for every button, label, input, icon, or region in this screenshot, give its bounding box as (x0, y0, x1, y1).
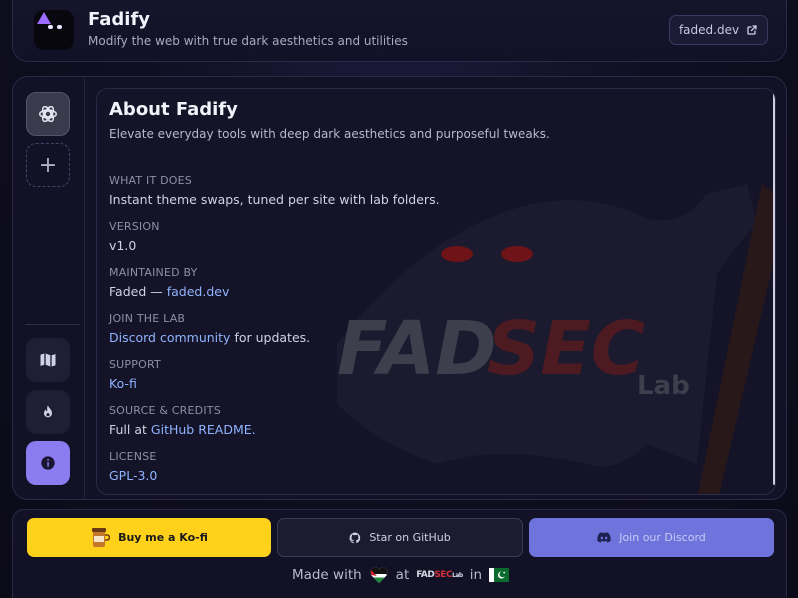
in-text: in (469, 567, 483, 583)
source-prefix: Full at (109, 422, 147, 437)
sidebar: + (13, 77, 85, 499)
version-label: VERSION (109, 220, 160, 233)
maintained-label: MAINTAINED BY (109, 266, 198, 279)
sidebar-divider (25, 324, 80, 325)
github-label: Star on GitHub (369, 531, 451, 544)
kofi-button[interactable]: Buy me a Ko-fi (27, 518, 271, 557)
discord-label: Join our Discord (619, 531, 706, 544)
kofi-label: Buy me a Ko-fi (118, 531, 208, 544)
maintained-row: Faded — faded.dev (109, 284, 229, 299)
kofi-link[interactable]: Ko-fi (109, 376, 137, 391)
palestine-heart-icon (369, 567, 388, 583)
mini-fadsec-logo: FADSECLab (416, 570, 463, 580)
lab-label: JOIN THE LAB (109, 312, 186, 325)
openai-icon (39, 105, 57, 123)
map-icon (40, 353, 56, 367)
watermark-text-left: FAD (337, 306, 497, 392)
github-icon (349, 532, 361, 543)
about-title: About Fadify (109, 99, 238, 120)
sidebar-item-flame[interactable] (26, 390, 70, 434)
support-row: Ko-fi (109, 376, 137, 391)
sidebar-add-button[interactable]: + (26, 143, 70, 187)
sidebar-item-about[interactable] (26, 441, 70, 485)
github-readme-link[interactable]: GitHub README. (151, 422, 256, 437)
about-subtitle: Elevate everyday tools with deep dark ae… (109, 127, 550, 141)
pakistan-flag-icon (489, 568, 510, 582)
version-value: v1.0 (109, 238, 137, 253)
header: Fadify Modify the web with true dark aes… (12, 0, 787, 62)
license-label: LICENSE (109, 450, 157, 463)
footer: Buy me a Ko-fi Star on GitHub Join our D… (12, 509, 787, 598)
sidebar-item-openai[interactable] (26, 92, 70, 136)
site-link-button[interactable]: faded.dev (669, 15, 768, 45)
at-text: at (395, 567, 410, 583)
license-link[interactable]: GPL-3.0 (109, 468, 157, 483)
what-label: WHAT IT DOES (109, 174, 192, 187)
plus-icon: + (38, 152, 58, 178)
watermark-text-right: SEC (487, 306, 645, 392)
faded-dev-link[interactable]: faded.dev (167, 284, 230, 299)
lab-row: Discord community for updates. (109, 330, 310, 345)
license-row: GPL-3.0 (109, 468, 157, 483)
maintained-prefix: Faded — (109, 284, 163, 299)
app-logo-icon (34, 10, 74, 50)
source-row: Full at GitHub README. (109, 422, 256, 437)
lab-suffix: for updates. (234, 330, 311, 345)
external-link-icon (747, 25, 757, 35)
source-label: SOURCE & CREDITS (109, 404, 221, 417)
support-label: SUPPORT (109, 358, 161, 371)
made-with-text: Made with (291, 567, 362, 583)
coffee-cup-icon (92, 527, 111, 547)
what-value: Instant theme swaps, tuned per site with… (109, 192, 440, 207)
app-subtitle: Modify the web with true dark aesthetics… (88, 34, 408, 48)
watermark-text-small: Lab (637, 371, 690, 401)
main-panel: + FAD SEC Lab About Fadify Elevate every… (12, 76, 787, 500)
sidebar-item-map[interactable] (26, 338, 70, 382)
discord-icon (597, 532, 611, 543)
github-button[interactable]: Star on GitHub (277, 518, 523, 557)
discord-button[interactable]: Join our Discord (529, 518, 774, 557)
about-card: FAD SEC Lab About Fadify Elevate everyda… (96, 88, 776, 495)
discord-community-link[interactable]: Discord community (109, 330, 230, 345)
scrollbar[interactable] (773, 89, 775, 485)
site-link-label: faded.dev (678, 23, 740, 37)
made-with-line: Made with at FADSECLab in (13, 566, 788, 584)
app-title: Fadify (88, 9, 151, 30)
flame-icon (44, 405, 52, 418)
info-icon (41, 456, 55, 470)
